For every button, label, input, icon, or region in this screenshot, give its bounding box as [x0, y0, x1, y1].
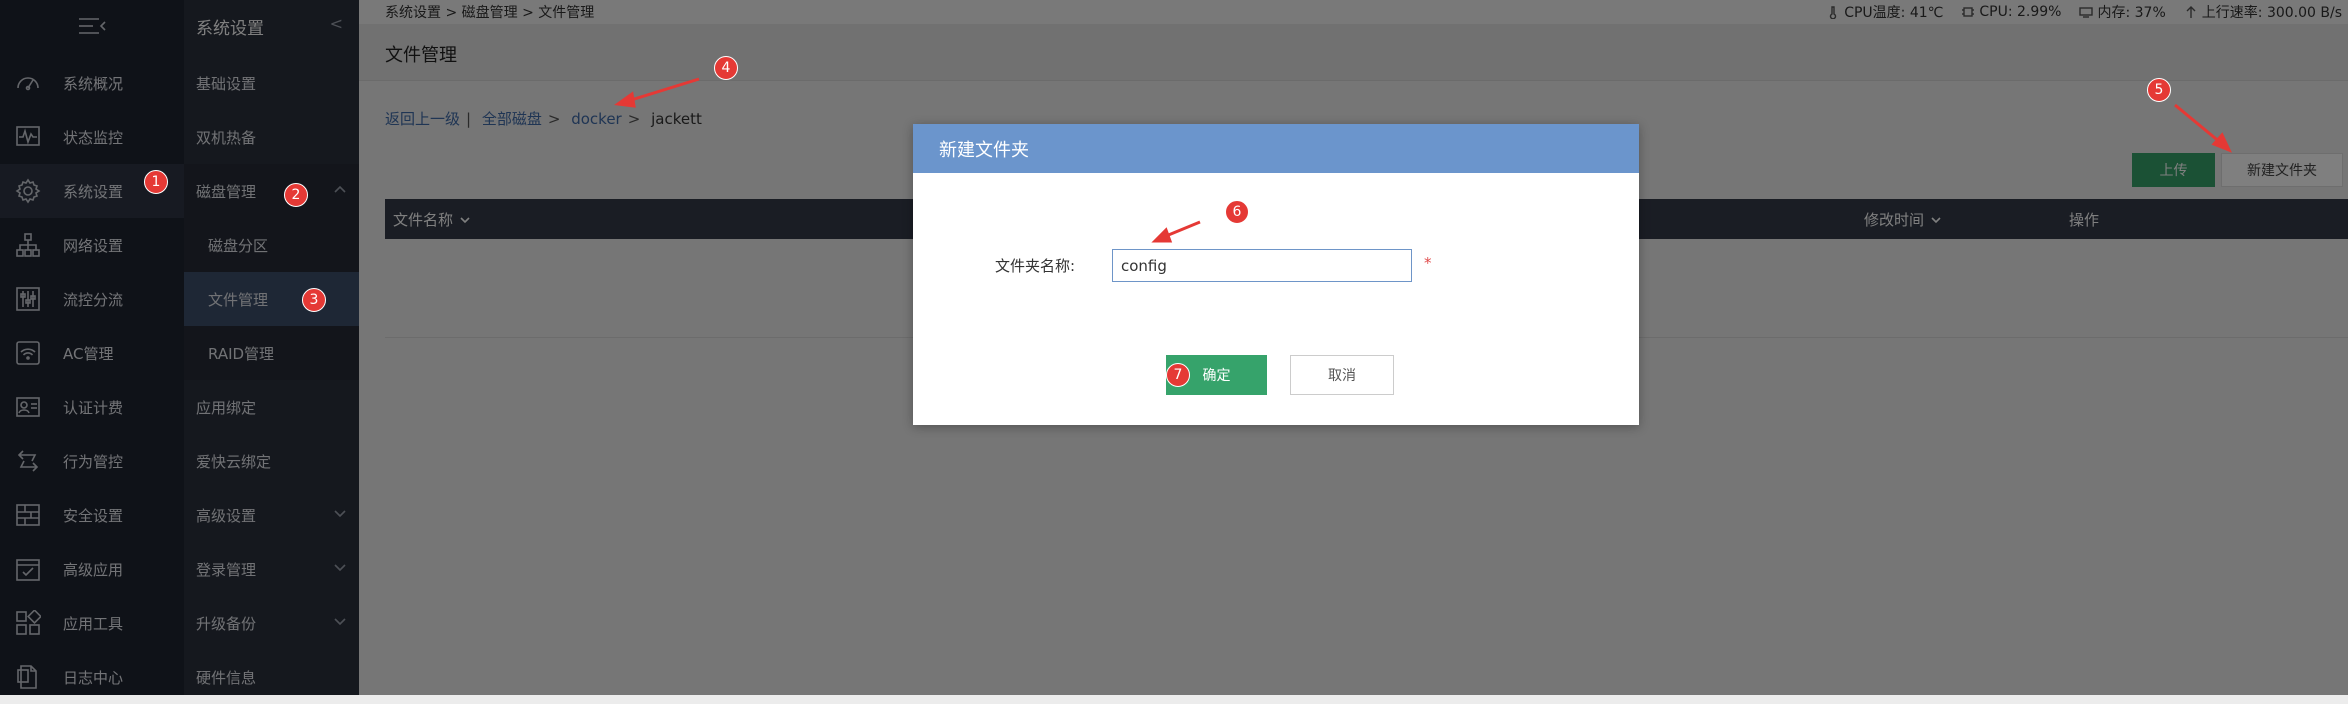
folder-name-label: 文件夹名称: [995, 257, 1076, 275]
annotation-badge-1: 1 [144, 170, 168, 194]
annotation-badge-5: 5 [2147, 78, 2171, 102]
new-folder-dialog: 新建文件夹 文件夹名称: * 确定 取消 [913, 124, 1639, 425]
cancel-button[interactable]: 取消 [1290, 355, 1394, 395]
annotation-badge-3: 3 [302, 288, 326, 312]
dialog-title: 新建文件夹 [913, 124, 1639, 173]
annotation-badge-4: 4 [714, 56, 738, 80]
annotation-badge-6: 6 [1225, 200, 1249, 224]
folder-name-input[interactable] [1112, 249, 1412, 282]
required-marker: * [1424, 254, 1432, 272]
annotation-badge-2: 2 [284, 183, 308, 207]
annotation-badge-7: 7 [1166, 363, 1190, 387]
